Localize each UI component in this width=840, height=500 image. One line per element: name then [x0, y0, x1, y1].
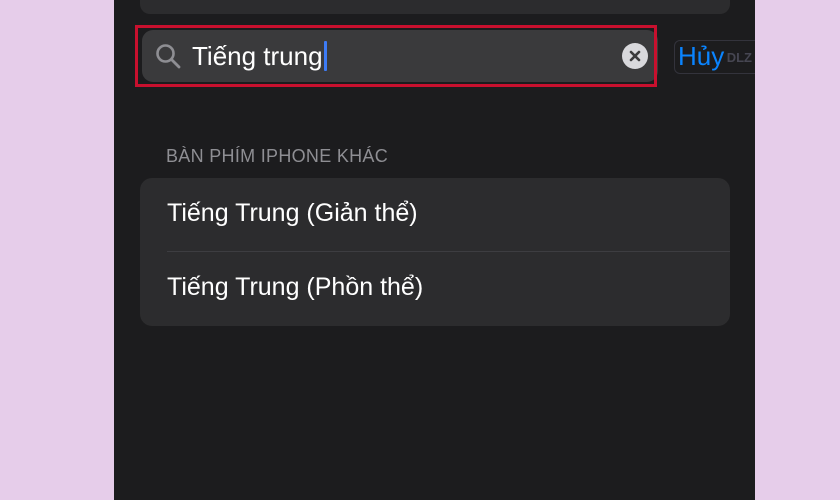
highlight-annotation-box	[135, 25, 657, 87]
list-item-label: Tiếng Trung (Phồn thể)	[167, 273, 424, 301]
list-item-label: Tiếng Trung (Giản thể)	[167, 199, 418, 227]
list-item-traditional-chinese[interactable]: Tiếng Trung (Phồn thể)	[140, 252, 730, 326]
keyboard-list: Tiếng Trung (Giản thể) Tiếng Trung (Phồn…	[140, 178, 730, 326]
search-bar: Tiếng trung DLZ TECH Hủy	[114, 14, 755, 98]
section-header: BÀN PHÍM IPHONE KHÁC	[166, 146, 389, 166]
previous-list-group	[140, 0, 730, 14]
list-item-simplified-chinese[interactable]: Tiếng Trung (Giản thể)	[140, 178, 730, 252]
settings-screen: Tiếng trung DLZ TECH Hủy BÀN PHÍM IPHONE…	[114, 0, 755, 500]
cancel-button[interactable]: Hủy	[678, 41, 724, 71]
